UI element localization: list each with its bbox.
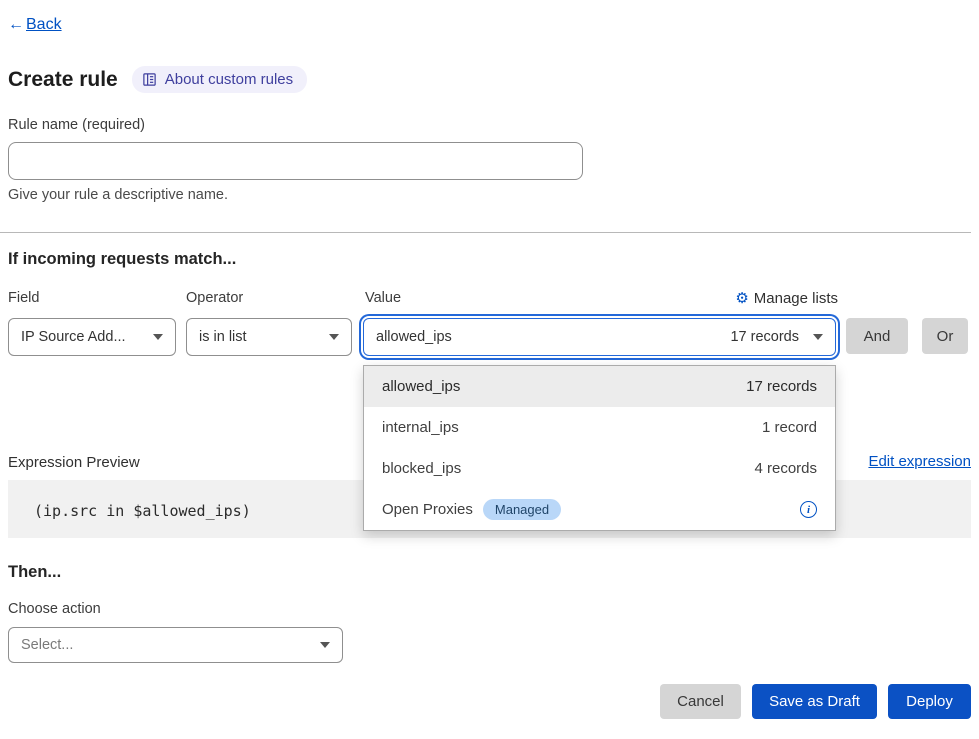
edit-expression-link[interactable]: Edit expression bbox=[868, 453, 971, 470]
list-item-internal-ips[interactable]: internal_ips 1 record bbox=[364, 407, 835, 448]
list-item-name: allowed_ips bbox=[382, 378, 460, 395]
list-item-blocked-ips[interactable]: blocked_ips 4 records bbox=[364, 448, 835, 489]
section-divider bbox=[0, 232, 971, 233]
value-select[interactable]: allowed_ips 17 records bbox=[363, 318, 836, 356]
page-title: Create rule bbox=[8, 68, 118, 92]
list-item-name: internal_ips bbox=[382, 419, 459, 436]
manage-lists-label: Manage lists bbox=[754, 290, 838, 307]
manage-lists-link[interactable]: ⚙ Manage lists bbox=[735, 289, 838, 307]
then-section-heading: Then... bbox=[8, 563, 61, 582]
list-dropdown-panel: allowed_ips 17 records internal_ips 1 re… bbox=[363, 365, 836, 531]
field-column-label: Field bbox=[8, 290, 39, 306]
field-select[interactable]: IP Source Add... bbox=[8, 318, 176, 356]
value-select-value: allowed_ips bbox=[376, 329, 452, 345]
book-icon bbox=[142, 72, 157, 87]
back-arrow-icon: ← bbox=[8, 16, 24, 34]
list-item-name: Open Proxies bbox=[382, 501, 473, 518]
or-button[interactable]: Or bbox=[922, 318, 968, 354]
rule-name-input[interactable] bbox=[8, 142, 583, 180]
list-item-open-proxies[interactable]: Open Proxies Managed i bbox=[364, 489, 835, 530]
chevron-down-icon bbox=[153, 334, 163, 340]
value-select-records: 17 records bbox=[730, 329, 799, 345]
action-select-placeholder: Select... bbox=[21, 637, 73, 653]
chevron-down-icon bbox=[813, 334, 823, 340]
choose-action-label: Choose action bbox=[8, 601, 101, 617]
list-item-records: 4 records bbox=[754, 460, 817, 477]
value-column-label: Value bbox=[365, 290, 401, 306]
chevron-down-icon bbox=[329, 334, 339, 340]
info-icon[interactable]: i bbox=[800, 501, 817, 518]
field-select-value: IP Source Add... bbox=[21, 329, 126, 345]
cancel-button[interactable]: Cancel bbox=[660, 684, 741, 719]
rule-name-label: Rule name (required) bbox=[8, 117, 145, 133]
operator-select[interactable]: is in list bbox=[186, 318, 352, 356]
expression-code: (ip.src in $allowed_ips) bbox=[34, 502, 251, 520]
save-as-draft-button[interactable]: Save as Draft bbox=[752, 684, 877, 719]
create-rule-page: ←Back Create rule About custom rules Rul… bbox=[0, 0, 979, 739]
and-button[interactable]: And bbox=[846, 318, 908, 354]
operator-column-label: Operator bbox=[186, 290, 243, 306]
back-link[interactable]: ←Back bbox=[8, 16, 62, 34]
about-custom-rules-link[interactable]: About custom rules bbox=[132, 66, 307, 93]
rule-name-help-text: Give your rule a descriptive name. bbox=[8, 187, 228, 203]
list-item-records: 17 records bbox=[746, 378, 817, 395]
title-row: Create rule About custom rules bbox=[8, 66, 307, 93]
action-select[interactable]: Select... bbox=[8, 627, 343, 663]
operator-select-value: is in list bbox=[199, 329, 247, 345]
deploy-button[interactable]: Deploy bbox=[888, 684, 971, 719]
list-item-name: blocked_ips bbox=[382, 460, 461, 477]
chevron-down-icon bbox=[320, 642, 330, 648]
list-item-allowed-ips[interactable]: allowed_ips 17 records bbox=[364, 366, 835, 407]
match-section-heading: If incoming requests match... bbox=[8, 250, 236, 269]
expression-preview-label: Expression Preview bbox=[8, 454, 140, 471]
gear-icon: ⚙ bbox=[735, 289, 748, 307]
managed-badge: Managed bbox=[483, 499, 561, 520]
about-custom-rules-label: About custom rules bbox=[165, 71, 293, 88]
list-item-records: 1 record bbox=[762, 419, 817, 436]
back-link-label: Back bbox=[26, 16, 62, 33]
